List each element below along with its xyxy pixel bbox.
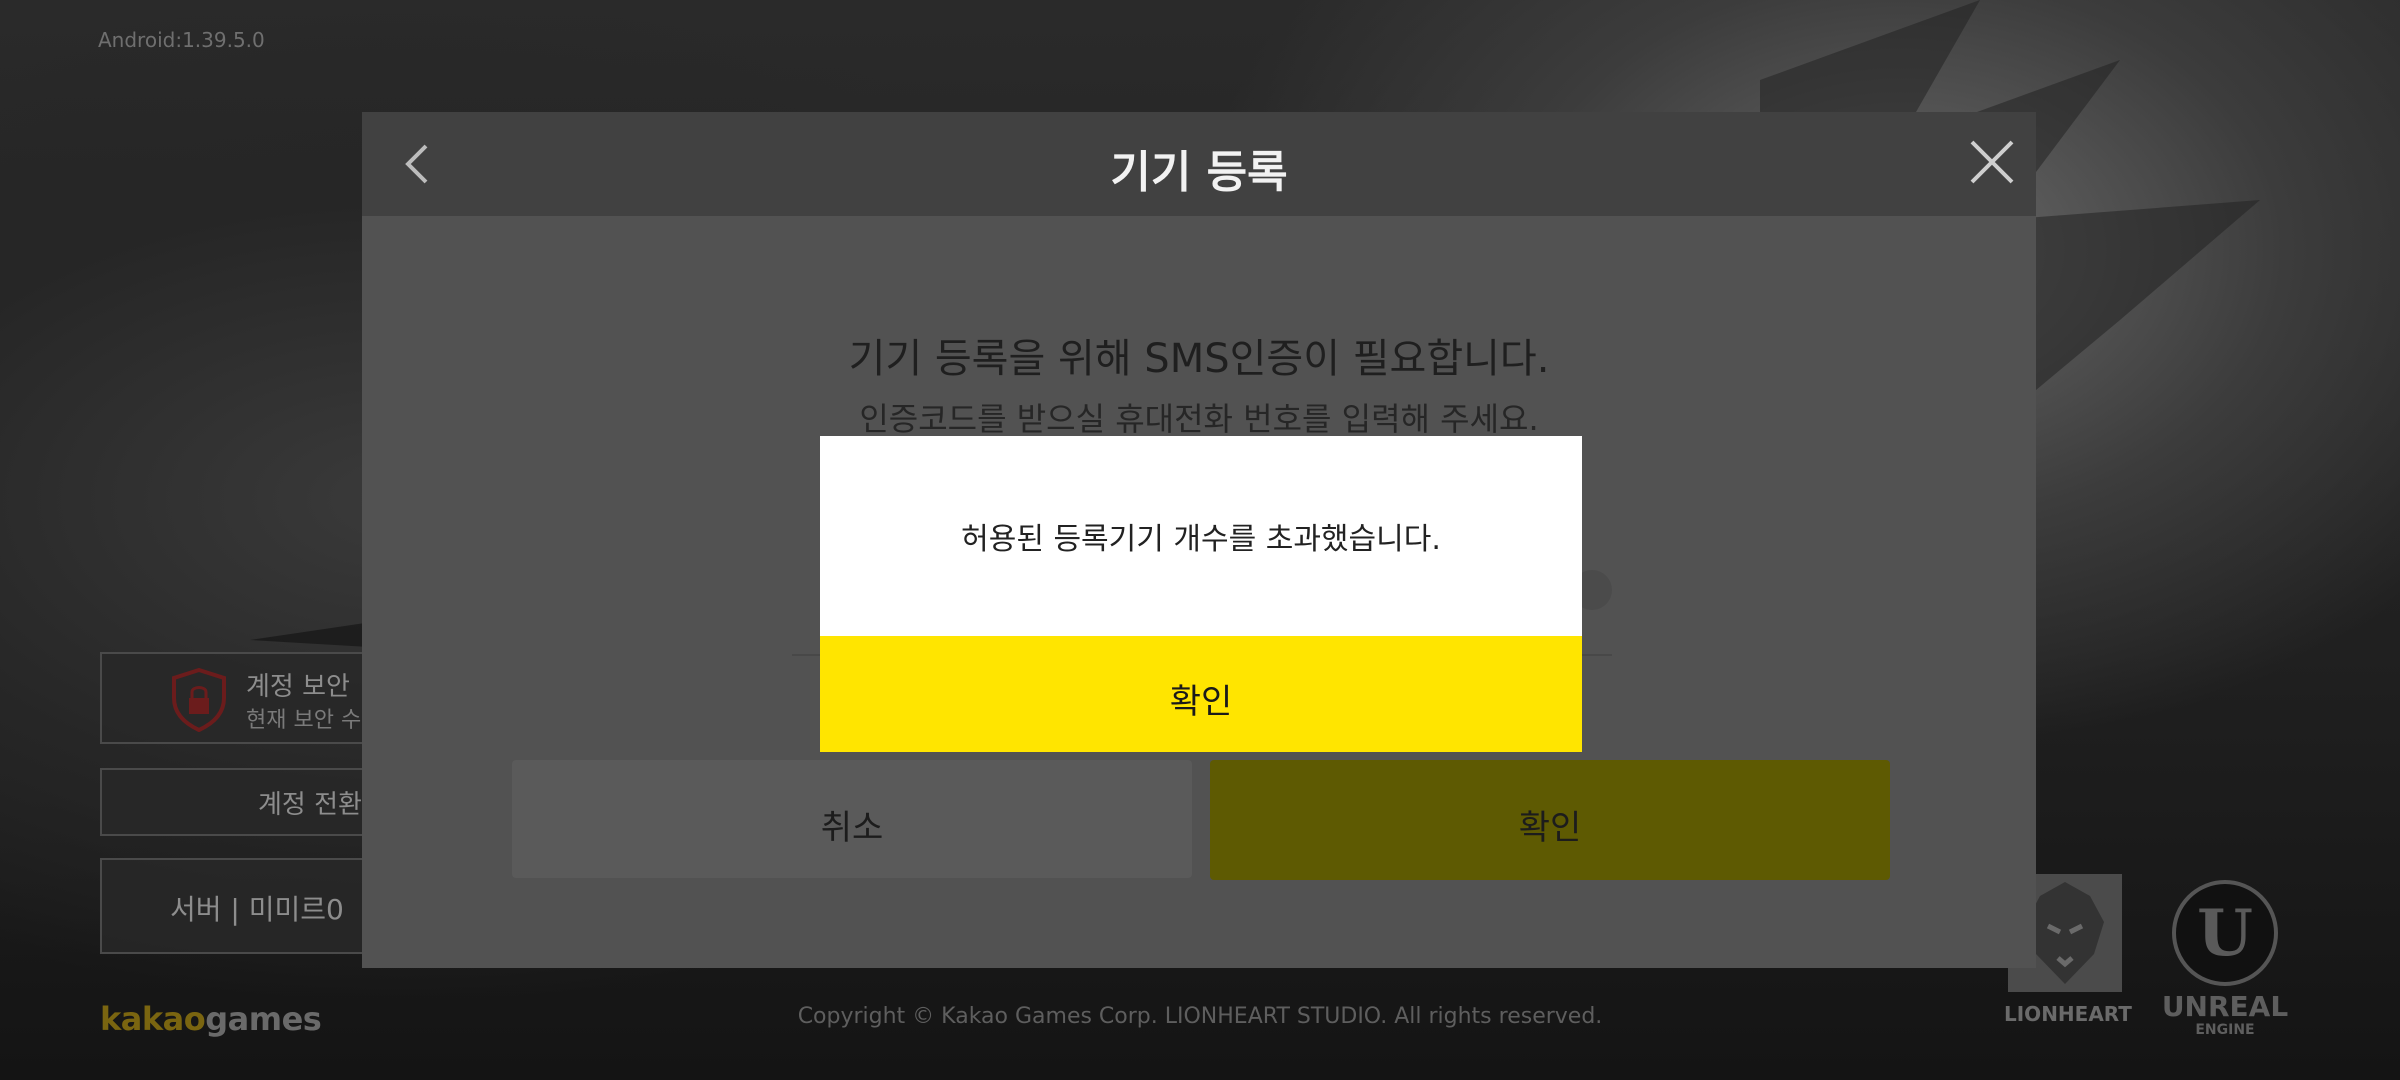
chevron-left-icon <box>405 144 428 184</box>
security-title: 계정 보안 <box>246 672 350 702</box>
alert-confirm-button[interactable]: 확인 <box>820 636 1582 752</box>
alert-confirm-label: 확인 <box>1169 682 1233 722</box>
close-button[interactable] <box>1962 132 2022 192</box>
dialog-header: 기기 등록 <box>362 112 2036 216</box>
close-icon <box>1970 140 2014 184</box>
cancel-button-label: 취소 <box>820 808 884 848</box>
version-label: Android:1.39.5.0 <box>98 28 265 52</box>
alert-message: 허용된 등록기기 개수를 초과했습니다. <box>961 522 1441 557</box>
cancel-button[interactable]: 취소 <box>512 760 1192 878</box>
phone-input-instruction: 인증코드를 받으실 휴대전화 번호를 입력해 주세요. <box>859 400 1539 438</box>
device-limit-alert: 허용된 등록기기 개수를 초과했습니다. 확인 <box>820 436 1582 752</box>
dialog-title: 기기 등록 <box>1110 147 1288 198</box>
server-select-button[interactable]: 서버 | 미미르0 <box>100 858 404 954</box>
switch-account-button[interactable]: 계정 전환 <box>100 768 404 836</box>
sms-required-message: 기기 등록을 위해 SMS인증이 필요합니다. <box>848 336 1550 382</box>
switch-account-label: 계정 전환 <box>258 790 362 820</box>
unreal-engine-logo: U UNREAL ENGINE <box>2150 880 2300 1038</box>
confirm-button-label: 확인 <box>1518 808 1582 848</box>
back-button[interactable] <box>392 136 448 192</box>
unreal-badge-icon: U <box>2172 880 2278 986</box>
server-label: 서버 | 미미르0 <box>170 893 344 926</box>
security-subtitle: 현재 보안 수 <box>246 708 362 733</box>
confirm-button[interactable]: 확인 <box>1210 760 1890 880</box>
shield-lock-icon <box>172 668 226 732</box>
account-security-button[interactable]: 계정 보안 현재 보안 수 <box>100 652 404 744</box>
